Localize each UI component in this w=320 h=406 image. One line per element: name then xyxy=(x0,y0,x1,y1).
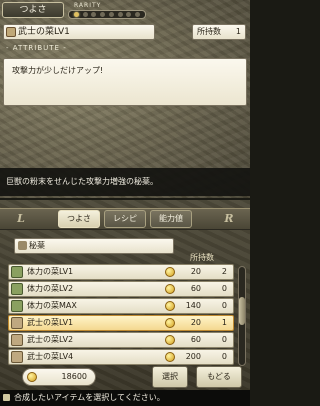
item-row[interactable]: 体力の菜LV2 60 0 xyxy=(8,281,234,297)
item-row[interactable]: 体力の菜MAX 140 0 xyxy=(8,298,234,314)
herb-icon xyxy=(11,266,23,278)
rarity-dot xyxy=(91,12,97,17)
tab-strength[interactable]: つよさ xyxy=(58,210,100,228)
item-row-name: 体力の菜LV1 xyxy=(27,267,74,276)
item-row[interactable]: 武士の菜LV1 20 1 xyxy=(8,315,234,331)
category-label: 秘薬 xyxy=(29,241,45,250)
rarity-dot xyxy=(126,12,132,17)
rarity-meter xyxy=(68,10,146,19)
owned-label: 所持数 xyxy=(197,27,221,36)
category-icon xyxy=(18,241,27,250)
attribute-label: - ATTRIBUTE - xyxy=(6,44,67,52)
item-row-price: 20 xyxy=(190,267,201,276)
item-row[interactable]: 体力の菜LV1 20 2 xyxy=(8,264,234,280)
tab-bar: つよさ レシピ 能力値 xyxy=(58,210,192,228)
l-shoulder-button[interactable]: L xyxy=(6,210,36,228)
attribute-text: 攻撃力が少しだけアップ! xyxy=(12,66,104,75)
item-list: 体力の菜LV1 20 2 体力の菜LV2 60 0 体力の菜MAX 140 0 武士の菜LV1 20… xyxy=(8,264,234,366)
item-row-count: 1 xyxy=(221,318,227,327)
item-name-box: 武士の菜LV1 xyxy=(3,24,155,40)
herb-icon xyxy=(11,300,23,312)
item-row-count: 0 xyxy=(221,301,227,310)
item-row-count: 0 xyxy=(221,352,227,361)
item-description: 巨獣の粉末をせんじた攻撃力増強の秘薬。 xyxy=(0,168,250,196)
lock-icon xyxy=(3,394,10,401)
potion-icon xyxy=(11,334,23,346)
item-row-price: 60 xyxy=(190,335,201,344)
top-tab-strength: つよさ xyxy=(2,2,64,18)
potion-icon xyxy=(11,317,23,329)
herb-icon xyxy=(11,283,23,295)
owned-column-header: 所持数 xyxy=(190,253,214,262)
rarity-dot xyxy=(117,12,123,17)
item-row-price: 60 xyxy=(190,284,201,293)
scrollbar-thumb[interactable] xyxy=(239,297,245,325)
money-display: 18600 xyxy=(22,368,96,386)
item-row-price: 200 xyxy=(185,352,201,361)
item-row-count: 2 xyxy=(221,267,227,276)
status-text: 合成したいアイテムを選択してください。 xyxy=(14,393,165,402)
back-button[interactable]: もどる xyxy=(196,366,242,388)
potion-icon xyxy=(6,27,16,37)
item-name: 武士の菜LV1 xyxy=(18,27,70,37)
owned-count-box: 所持数 1 xyxy=(192,24,246,40)
item-row-price: 20 xyxy=(190,318,201,327)
item-row-name: 武士の菜LV4 xyxy=(27,352,74,361)
money-value: 18600 xyxy=(61,372,87,381)
rarity-dot xyxy=(108,12,114,17)
item-row-name: 体力の菜LV2 xyxy=(27,284,74,293)
attribute-box: 攻撃力が少しだけアップ! xyxy=(3,58,247,106)
scrollbar[interactable] xyxy=(238,266,246,366)
status-bar: 合成したいアイテムを選択してください。 xyxy=(0,390,250,406)
owned-value: 1 xyxy=(235,27,241,36)
r-shoulder-button[interactable]: R xyxy=(214,210,244,228)
top-screen: つよさ RARITY 武士の菜LV1 所持数 1 - ATTRIBUTE - 攻… xyxy=(0,0,250,198)
rarity-dot xyxy=(100,12,106,17)
item-row-name: 武士の菜LV1 xyxy=(27,318,74,327)
item-row-price: 140 xyxy=(185,301,201,310)
item-row-name: 体力の菜MAX xyxy=(27,301,77,310)
item-row-count: 0 xyxy=(221,284,227,293)
item-row[interactable]: 武士の菜LV2 60 0 xyxy=(8,332,234,348)
rarity-dot xyxy=(73,12,79,17)
bottom-screen: L R つよさ レシピ 能力値 秘薬 所持数 体力の菜LV1 20 2 体力の菜LV2… xyxy=(0,200,250,406)
coin-icon xyxy=(27,372,37,382)
item-row-name: 武士の菜LV2 xyxy=(27,335,74,344)
tab-stats[interactable]: 能力値 xyxy=(150,210,192,228)
rarity-dot xyxy=(135,12,141,17)
category-selector[interactable]: 秘薬 xyxy=(14,238,174,254)
item-row-count: 0 xyxy=(221,335,227,344)
select-button[interactable]: 選択 xyxy=(152,366,188,388)
rarity-label: RARITY xyxy=(74,2,102,9)
tab-recipe[interactable]: レシピ xyxy=(104,210,146,228)
rarity-dot xyxy=(82,12,88,17)
item-row[interactable]: 武士の菜LV4 200 0 xyxy=(8,349,234,365)
potion-icon xyxy=(11,351,23,363)
